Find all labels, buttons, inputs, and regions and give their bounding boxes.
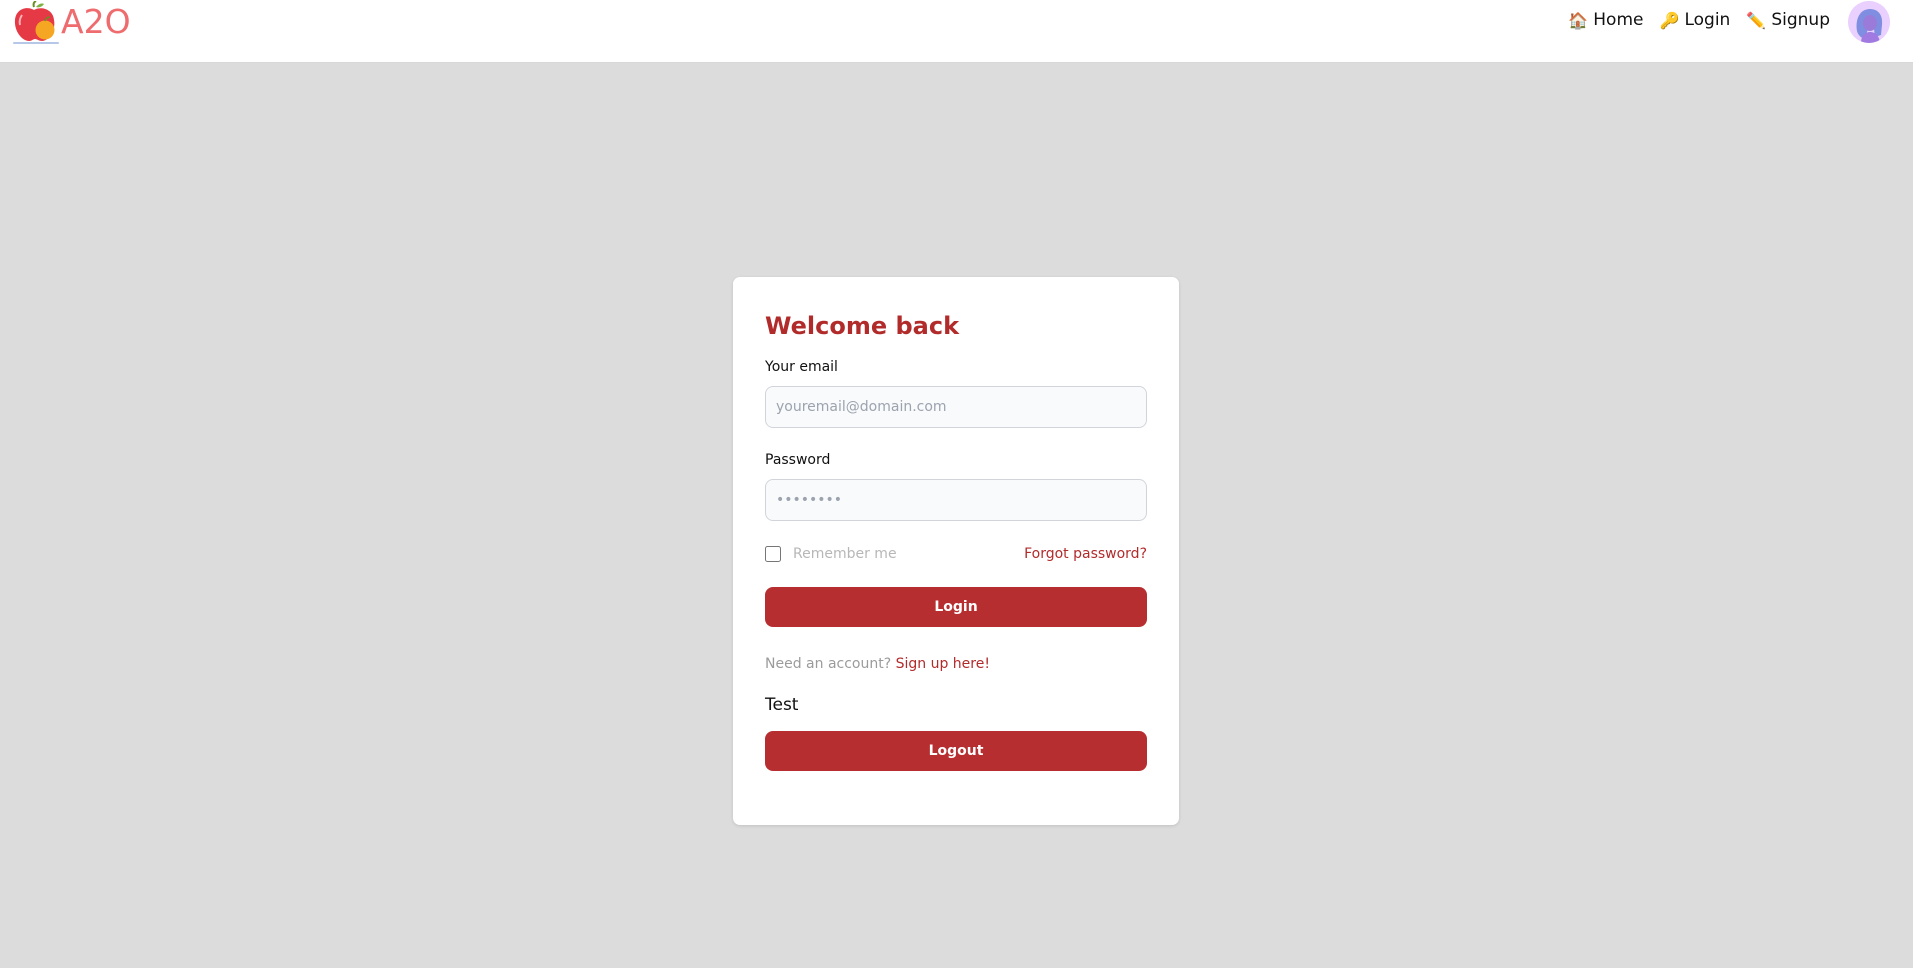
remember-label: Remember me bbox=[793, 546, 897, 562]
pencil-icon: ✏️ bbox=[1746, 10, 1767, 30]
user-avatar[interactable] bbox=[1848, 1, 1890, 43]
remember-group: Remember me bbox=[765, 546, 897, 562]
apple-logo-icon bbox=[13, 1, 59, 44]
signup-line: Need an account? Sign up here! bbox=[765, 655, 1147, 673]
nav-home-label: Home bbox=[1593, 10, 1644, 30]
login-button[interactable]: Login bbox=[765, 587, 1147, 627]
nav-login-label: Login bbox=[1684, 10, 1731, 30]
top-navbar: A2O 🏠 Home 🔑 Login ✏️ Signup bbox=[0, 0, 1913, 63]
nav-signup-link[interactable]: ✏️ Signup bbox=[1746, 10, 1830, 30]
nav-login-link[interactable]: 🔑 Login bbox=[1659, 10, 1731, 30]
password-field[interactable] bbox=[765, 479, 1147, 521]
signup-prompt: Need an account? bbox=[765, 656, 892, 672]
logout-button[interactable]: Logout bbox=[765, 731, 1147, 771]
brand-name: A2O bbox=[61, 1, 131, 41]
password-label: Password bbox=[765, 452, 831, 468]
brand-link[interactable]: A2O bbox=[12, 1, 131, 45]
nav-links: 🏠 Home 🔑 Login ✏️ Signup bbox=[1552, 0, 1913, 43]
remember-row: Remember me Forgot password? bbox=[765, 544, 1147, 564]
signup-link[interactable]: Sign up here! bbox=[896, 656, 990, 672]
login-card: Welcome back Your email Password Remembe… bbox=[733, 277, 1179, 825]
key-icon: 🔑 bbox=[1659, 10, 1680, 30]
remember-checkbox[interactable] bbox=[765, 546, 781, 562]
forgot-password-link[interactable]: Forgot password? bbox=[1024, 546, 1147, 562]
nav-signup-label: Signup bbox=[1771, 10, 1830, 30]
home-icon: 🏠 bbox=[1568, 10, 1589, 30]
user-name-text: Test bbox=[765, 695, 799, 715]
nav-home-link[interactable]: 🏠 Home bbox=[1568, 10, 1643, 30]
email-field[interactable] bbox=[765, 386, 1147, 428]
email-label: Your email bbox=[765, 359, 838, 375]
welcome-title: Welcome back bbox=[765, 312, 960, 340]
